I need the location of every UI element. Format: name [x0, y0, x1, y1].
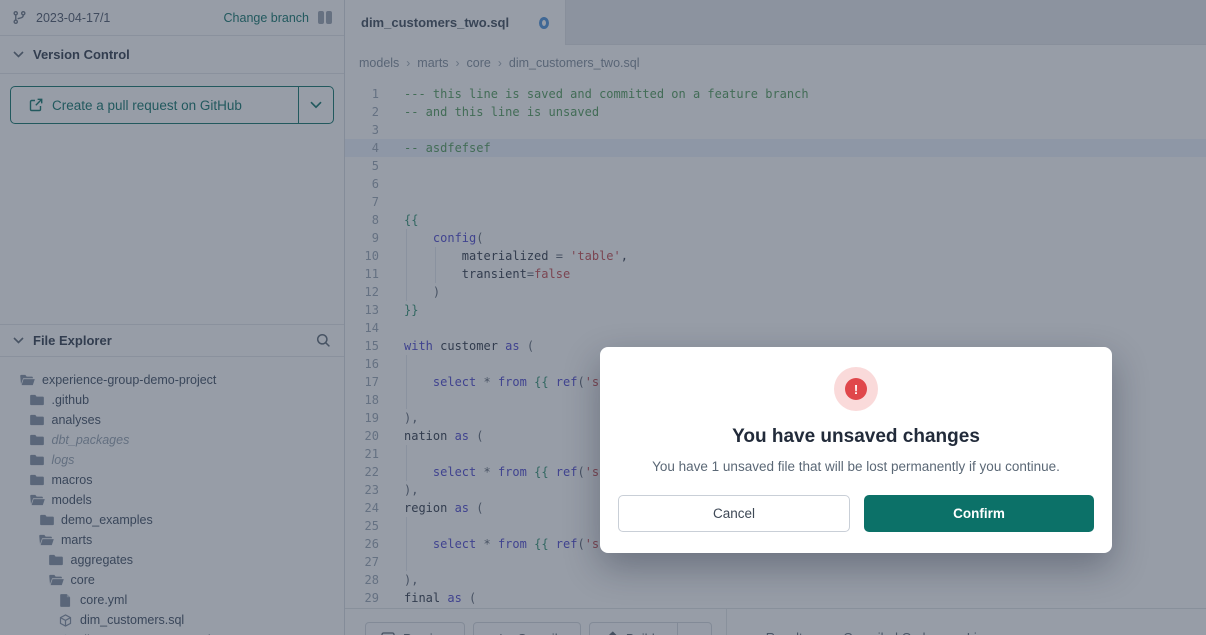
exclamation-icon: !	[845, 378, 867, 400]
alert-icon: !	[834, 367, 878, 411]
cancel-button[interactable]: Cancel	[618, 495, 850, 532]
confirm-button[interactable]: Confirm	[864, 495, 1094, 532]
modal-message: You have 1 unsaved file that will be los…	[652, 459, 1060, 474]
modal-actions: Cancel Confirm	[618, 495, 1094, 532]
modal-title: You have unsaved changes	[732, 426, 980, 448]
unsaved-changes-modal: ! You have unsaved changes You have 1 un…	[600, 347, 1112, 553]
app-root: 2023-04-17/1 Change branch Version Contr…	[0, 0, 1206, 635]
